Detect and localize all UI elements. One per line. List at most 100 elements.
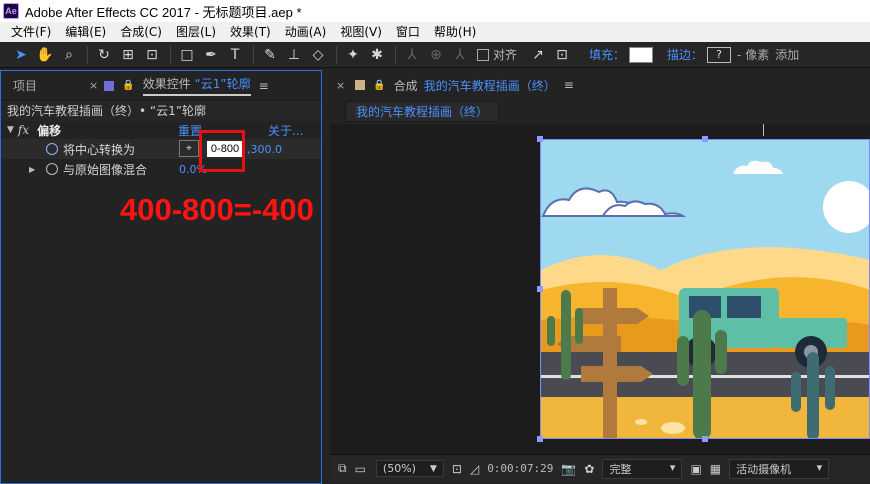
toggle-mask-icon[interactable]: ◿ [470,462,479,476]
transform-handle[interactable] [537,136,543,142]
snap-checkbox[interactable] [477,48,489,61]
composition-navigator: 我的汽车教程插画（终） [330,100,870,122]
stopwatch-icon[interactable] [46,143,58,155]
desert-scene-illustration [541,140,869,438]
highlight-box [199,130,245,172]
tab-effects-label: 效果控件 [142,77,191,91]
snap-label: 对齐 [493,48,518,62]
composition-chip[interactable]: 我的汽车教程插画（终） [345,100,500,122]
camera-dropdown[interactable]: 活动摄像机 ▾ [729,458,830,479]
panel-menu-icon[interactable]: ≡ [564,78,574,92]
clone-stamp-tool-icon[interactable]: ⊥ [283,44,305,66]
lock-icon[interactable]: 🔒 [373,80,385,91]
axis-local-icon[interactable]: ⅄ [401,44,423,66]
fill-label[interactable]: 填充： [589,46,625,63]
camera-value: 活动摄像机 [736,462,792,476]
shift-center-y-value[interactable]: ,300.0 [247,143,282,156]
title-bar: Ae Adobe After Effects CC 2017 - 无标题项目.a… [0,0,870,22]
resolution-dropdown[interactable]: 完整 ▾ [602,458,683,479]
zoom-value: (50%) [382,462,416,475]
transparency-grid-icon[interactable]: ▦ [710,462,721,476]
menu-view[interactable]: 视图(V) [333,22,389,42]
text-tool-icon[interactable]: T [224,44,246,66]
always-preview-icon[interactable]: ⧉ [338,461,347,476]
snapshot-icon[interactable]: 📷 [561,462,576,476]
fx-icon[interactable]: fx [18,123,29,137]
menu-help[interactable]: 帮助(H) [427,22,483,42]
zoom-tool-icon[interactable]: ⌕ [58,44,80,66]
menu-layer[interactable]: 图层(L) [169,22,223,42]
composition-panel: × 🔒 合成 我的汽车教程插画（终） ≡ 我的汽车教程插画（终） ⧉ ▭ (50… [330,70,870,484]
monitor-icon[interactable]: ▭ [355,462,366,476]
tools-toolbar: ➤ ✋ ⌕ ↻ ⊞ ⊡ □ ✒ T ✎ ⊥ ◇ ✦ ✱ ⅄ ⊕ ⅄ 对齐 ↗ ⊡… [0,42,870,68]
annotation-text: 400-800=-400 [120,192,314,227]
pan-behind-tool-icon[interactable]: ⊡ [141,44,163,66]
zoom-dropdown[interactable]: (50%) ▼ [375,460,444,477]
menu-effect[interactable]: 效果(T) [223,22,278,42]
snap-options-icon[interactable]: ↗ [527,44,549,66]
effect-controls-panel: 项目 × 🔒 效果控件 “云1”轮廓 ≡ 我的汽车教程插画（终）• “云1”轮廓… [0,70,322,484]
close-icon[interactable]: × [89,79,98,92]
hand-tool-icon[interactable]: ✋ [34,44,56,66]
snap-target-icon[interactable]: ⊡ [551,44,573,66]
add-label[interactable]: 添加 [775,46,799,63]
breadcrumb: 我的汽车教程插画（终）• “云1”轮廓 [1,101,321,121]
close-icon[interactable]: × [336,79,345,92]
tab-project[interactable]: 项目 [13,77,37,94]
composition-icon [355,80,366,90]
region-of-interest-icon[interactable]: ⊡ [452,462,462,476]
composition-canvas[interactable] [540,139,870,439]
panel-menu-icon[interactable]: ≡ [259,79,269,93]
current-time[interactable]: 0:00:07:29 [487,462,553,475]
expand-arrow-icon[interactable]: ▶ [29,165,35,174]
brush-tool-icon[interactable]: ✎ [259,44,281,66]
menu-file[interactable]: 文件(F) [4,22,58,42]
menu-window[interactable]: 窗口 [389,22,427,42]
camera-tool-icon[interactable]: ⊞ [117,44,139,66]
stroke-color-swatch[interactable]: ? [707,46,732,63]
tab-effects-layer: “云1”轮廓 [194,77,251,91]
toolbar-divider [395,45,396,64]
panel-tabs: 项目 × 🔒 效果控件 “云1”轮廓 ≡ [1,71,321,101]
snap-toggle[interactable]: 对齐 [477,46,517,63]
about-link[interactable]: 关于... [268,122,303,139]
rock [635,419,647,425]
rectangle-tool-icon[interactable]: □ [176,44,198,66]
transform-handle[interactable] [702,136,708,142]
menu-composition[interactable]: 合成(C) [113,22,169,42]
effects-panel-icon [104,80,115,91]
composition-viewer[interactable] [330,124,870,456]
color-channels-icon[interactable]: ✿ [584,462,594,476]
tab-effect-controls[interactable]: 效果控件 “云1”轮廓 [142,75,251,96]
fast-preview-icon[interactable]: ▣ [690,462,701,476]
menu-edit[interactable]: 编辑(E) [58,22,113,42]
effect-header-offset[interactable]: ▼ fx 偏移 重置 关于... [1,121,321,139]
composition-tabs: × 🔒 合成 我的汽车教程插画（终） ≡ [330,70,870,100]
toolbar-divider [170,45,171,64]
puppet-pin-tool-icon[interactable]: ✱ [366,44,388,66]
lock-icon[interactable]: 🔒 [122,80,134,91]
transform-handle[interactable] [702,436,708,442]
eraser-tool-icon[interactable]: ◇ [307,44,329,66]
chevron-down-icon: ▾ [669,460,676,474]
rotate-tool-icon[interactable]: ↻ [93,44,115,66]
stopwatch-icon[interactable] [46,163,58,175]
axis-world-icon[interactable]: ⊕ [425,44,447,66]
effect-name: 偏移 [37,123,62,138]
transform-handle[interactable] [537,436,543,442]
property-shift-center: 将中心转换为 ⌖ ,300.0 [1,139,321,159]
chevron-down-icon: ▼ [429,463,437,474]
crosshair-target-icon[interactable]: ⌖ [179,140,199,157]
expand-arrow-icon[interactable]: ▼ [7,125,14,135]
roto-brush-tool-icon[interactable]: ✦ [342,44,364,66]
menu-animation[interactable]: 动画(A) [278,22,334,42]
selection-tool-icon[interactable]: ➤ [10,44,32,66]
transform-handle[interactable] [537,286,543,292]
stroke-label[interactable]: 描边： [667,46,703,63]
toolbar-divider [253,45,254,64]
fill-color-swatch[interactable] [629,46,654,63]
axis-view-icon[interactable]: ⅄ [449,44,471,66]
tab-composition[interactable]: 我的汽车教程插画（终） [424,77,556,94]
property-label: 将中心转换为 [63,142,136,157]
pen-tool-icon[interactable]: ✒ [200,44,222,66]
